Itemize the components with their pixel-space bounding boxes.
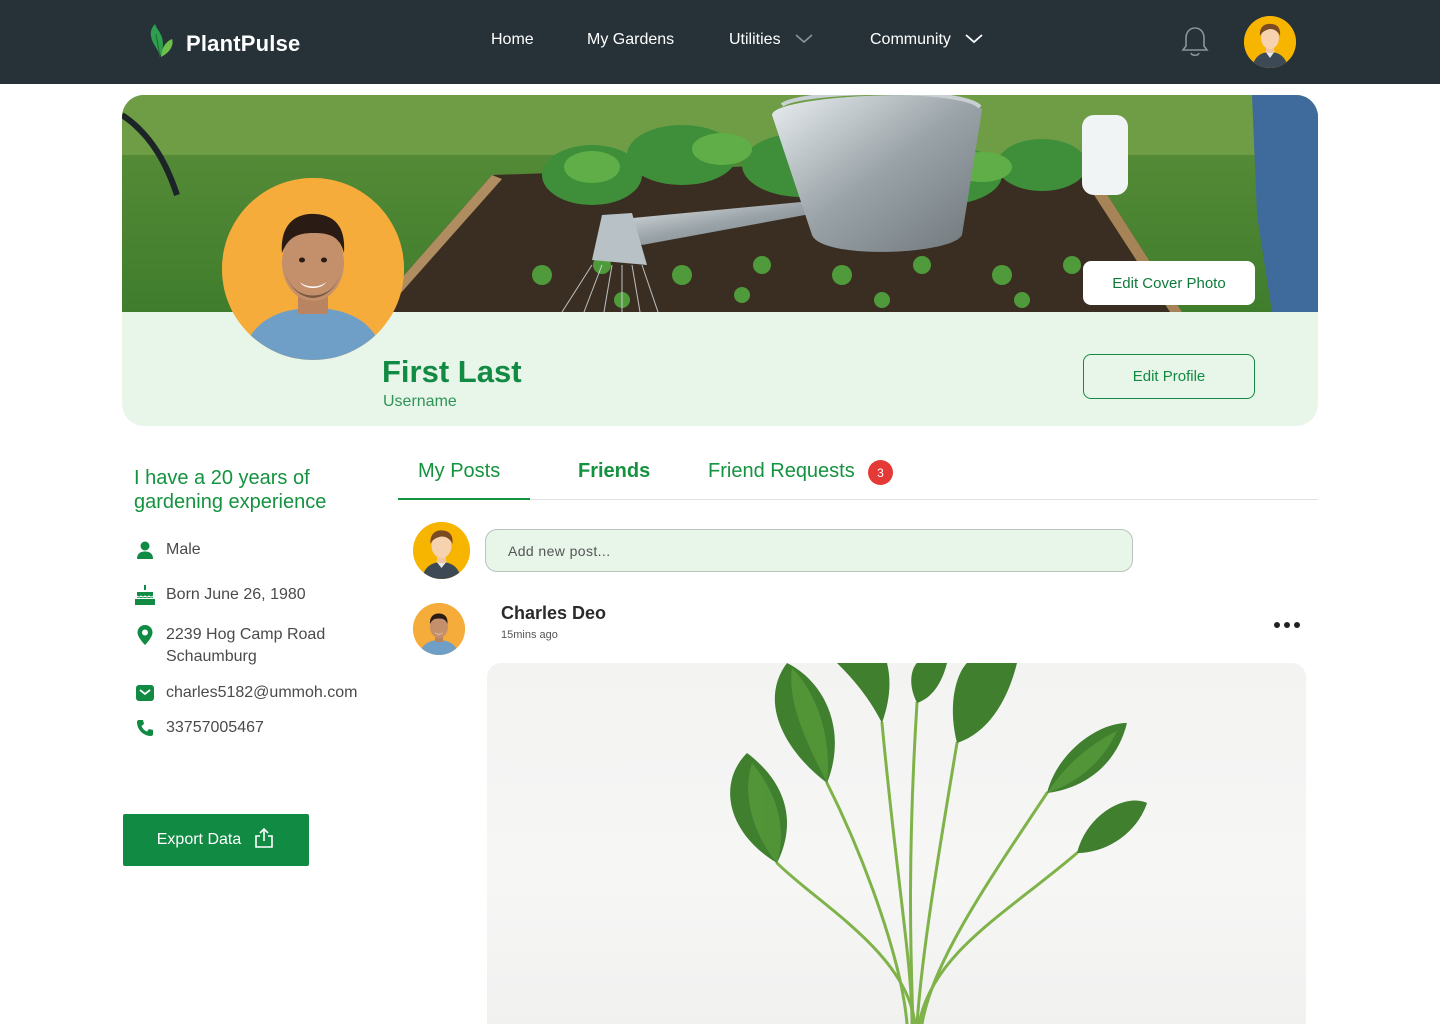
- user-avatar[interactable]: [1244, 16, 1296, 68]
- export-data-label: Export Data: [156, 831, 242, 848]
- email-row: charles5182@ummoh.com: [134, 682, 357, 704]
- nav-utilities[interactable]: Utilities: [729, 31, 813, 49]
- top-navbar: PlantPulse Home My Gardens Utilities Com…: [0, 0, 1440, 84]
- active-tab-indicator: [398, 498, 530, 500]
- nav-community-label: Community: [870, 31, 951, 48]
- post-image[interactable]: [487, 663, 1306, 1024]
- leaf-icon: [148, 24, 176, 63]
- nav-home[interactable]: Home: [491, 31, 534, 49]
- friend-requests-badge: 3: [868, 460, 893, 485]
- person-icon: [134, 539, 156, 561]
- birthday-row: Born June 26, 1980: [134, 584, 306, 606]
- chevron-down-icon: [965, 31, 983, 49]
- post-timestamp: 15mins ago: [501, 629, 558, 641]
- nav-my-gardens[interactable]: My Gardens: [587, 31, 674, 49]
- profile-username: Username: [383, 393, 457, 410]
- more-options-icon[interactable]: [1268, 612, 1306, 638]
- nav-home-label: Home: [491, 31, 534, 48]
- gender-row: Male: [134, 539, 201, 561]
- post-author-avatar[interactable]: [413, 603, 465, 655]
- brand-name: PlantPulse: [186, 30, 301, 56]
- address-text: 2239 Hog Camp Road Schaumburg: [166, 624, 325, 668]
- profile-bio: I have a 20 years of gardening experienc…: [134, 467, 327, 513]
- brand-logo[interactable]: PlantPulse: [148, 24, 300, 63]
- tab-friends[interactable]: Friends: [578, 460, 650, 483]
- nav-my-gardens-label: My Gardens: [587, 31, 675, 48]
- email-text: charles5182@ummoh.com: [166, 684, 358, 701]
- phone-icon: [134, 717, 156, 739]
- tab-my-posts[interactable]: My Posts: [418, 460, 500, 483]
- tab-friend-requests[interactable]: Friend Requests: [708, 460, 855, 483]
- export-data-button[interactable]: Export Data: [123, 814, 309, 866]
- phone-text: 33757005467: [166, 719, 264, 736]
- new-post-input[interactable]: [485, 529, 1133, 572]
- address-row: 2239 Hog Camp Road Schaumburg: [134, 624, 325, 668]
- phone-row: 33757005467: [134, 717, 264, 739]
- edit-cover-photo-button[interactable]: Edit Cover Photo: [1083, 261, 1255, 305]
- bell-icon[interactable]: [1180, 25, 1210, 64]
- email-icon: [134, 682, 156, 704]
- gender-text: Male: [166, 541, 201, 558]
- post-author-name[interactable]: Charles Deo: [501, 603, 606, 624]
- cake-icon: [134, 584, 156, 606]
- nav-utilities-label: Utilities: [729, 31, 781, 48]
- birthday-text: Born June 26, 1980: [166, 586, 306, 603]
- location-pin-icon: [134, 624, 156, 646]
- address-line2: Schaumburg: [166, 648, 257, 665]
- address-line1: 2239 Hog Camp Road: [166, 626, 326, 643]
- edit-profile-button[interactable]: Edit Profile: [1083, 354, 1255, 399]
- profile-avatar[interactable]: [222, 178, 404, 360]
- profile-name: First Last: [382, 354, 522, 389]
- share-upload-icon: [253, 827, 275, 854]
- profile-tabs: My Posts Friends Friend Requests: [398, 446, 1318, 500]
- composer-avatar: [413, 522, 470, 579]
- nav-community[interactable]: Community: [870, 31, 983, 49]
- chevron-down-icon: [795, 31, 813, 49]
